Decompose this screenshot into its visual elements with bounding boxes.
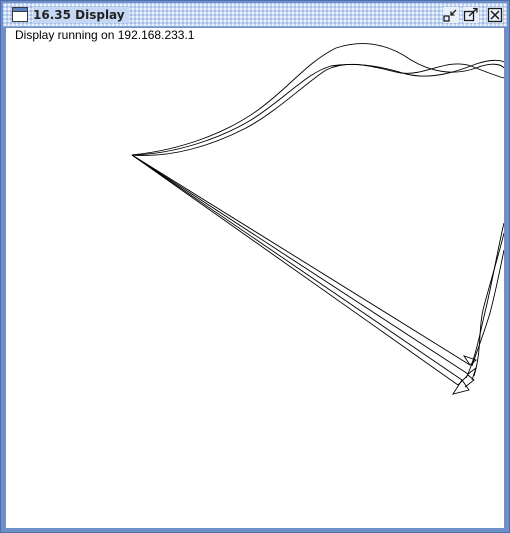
diagonal-line [131, 154, 463, 381]
maximize-icon [463, 7, 478, 22]
iconify-icon [443, 9, 457, 22]
status-text: Display running on 192.168.233.1 [15, 28, 195, 42]
display-canvas-area[interactable]: Display running on 192.168.233.1 [6, 28, 504, 528]
close-button[interactable] [487, 7, 503, 23]
wave-curve [131, 43, 504, 156]
iconify-button[interactable] [443, 7, 459, 23]
rising-curve [473, 232, 504, 377]
rising-curve [465, 222, 504, 379]
close-icon [487, 7, 503, 23]
window-title: 16.35 Display [33, 7, 129, 23]
maximize-button[interactable] [463, 7, 479, 23]
window-app-icon [12, 7, 28, 22]
display-window: 16.35 Display Display running on 192.168… [0, 0, 510, 533]
diagonal-line [131, 154, 459, 386]
wave-curve [131, 59, 504, 156]
drawing-canvas [131, 43, 504, 395]
rising-curve [471, 249, 504, 367]
wave-curve [131, 63, 504, 156]
diagonal-line [131, 154, 471, 366]
window-titlebar[interactable]: 16.35 Display [3, 3, 507, 27]
diagonal-line [131, 154, 469, 375]
